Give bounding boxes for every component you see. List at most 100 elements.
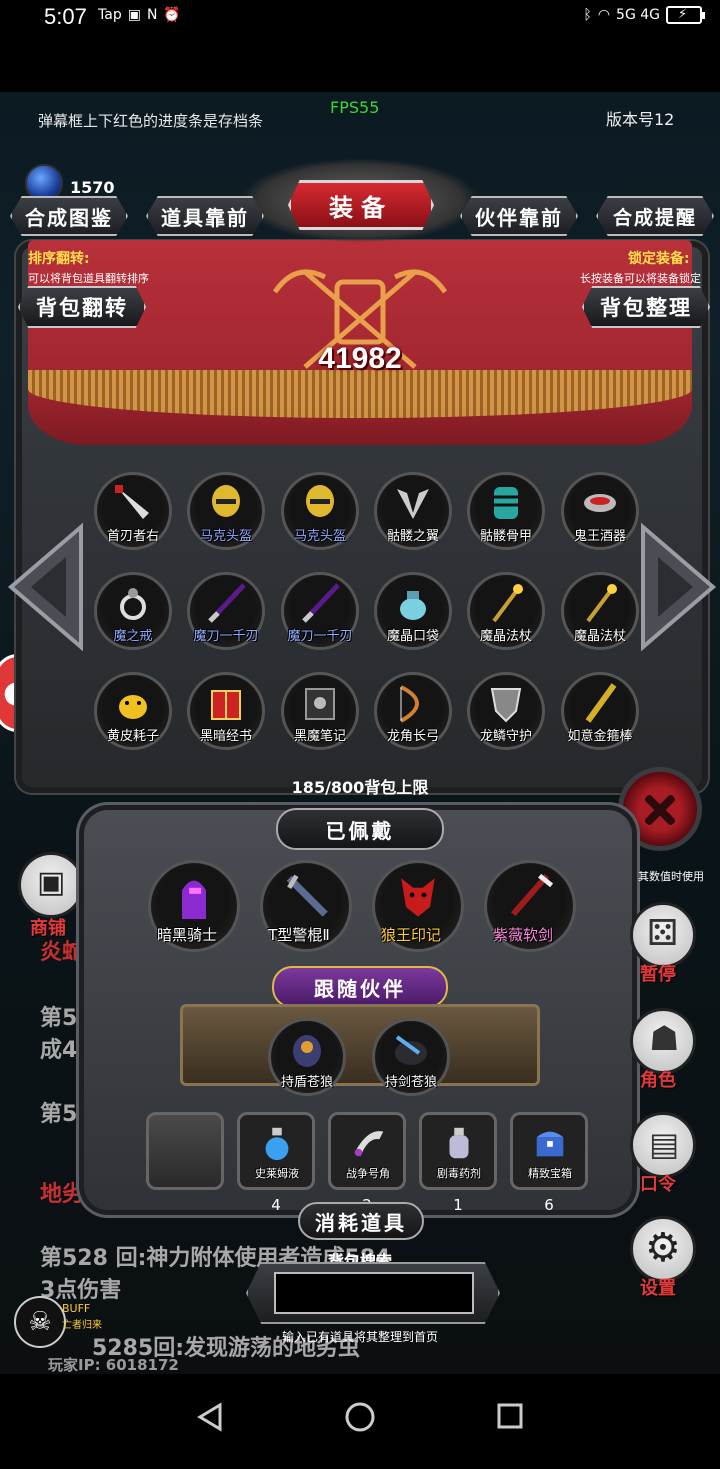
consumable-slot[interactable]: 战争号角	[328, 1112, 406, 1190]
dark-knight-icon	[182, 880, 206, 919]
item-label: 龙鳞守护	[479, 729, 532, 744]
back-icon[interactable]	[196, 1402, 224, 1432]
item-slot[interactable]: 龙角长弓	[374, 672, 452, 750]
battery-icon: ⚡	[666, 6, 705, 24]
item-slot[interactable]: 魔晶口袋	[374, 572, 452, 650]
shop-button[interactable]: ▣	[18, 852, 84, 918]
red-book-icon	[211, 690, 241, 720]
chest-icon	[536, 1131, 564, 1157]
item-slot[interactable]: 狼王印记	[372, 860, 464, 952]
consumable-slot[interactable]: 剧毒药剂	[419, 1112, 497, 1190]
dark-sword-icon	[302, 583, 340, 623]
item-slot[interactable]: T型警棍Ⅱ	[260, 860, 352, 952]
tab-partners-first[interactable]: 伙伴靠前	[460, 196, 578, 236]
item-slot[interactable]: 持剑苍狼	[372, 1018, 450, 1096]
recents-icon[interactable]	[496, 1402, 524, 1430]
command-button[interactable]: ▤	[630, 1112, 696, 1178]
lock-note-title: 锁定装备:	[628, 251, 690, 267]
staff-icon	[586, 584, 617, 623]
home-icon[interactable]	[344, 1401, 376, 1433]
poison-icon	[449, 1127, 469, 1159]
equipment-title: 装备	[288, 180, 434, 230]
percent-note: 其数值时使用	[638, 870, 704, 883]
item-slot[interactable]: 黄皮耗子	[94, 672, 172, 750]
role-button[interactable]: ☗	[630, 1008, 696, 1074]
dark-sword-icon	[208, 583, 246, 623]
item-slot[interactable]: 魔晶法杖	[467, 572, 545, 650]
item-slot[interactable]: 紫薇软剑	[484, 860, 576, 952]
wine-bowl-icon	[584, 494, 616, 512]
item-slot[interactable]: 龙鳞守护	[467, 672, 545, 750]
wifi-icon: ◠	[597, 7, 611, 23]
shield-icon	[490, 688, 522, 723]
app-icon: ▣	[127, 7, 141, 23]
item-label: 魔刀一千刃	[193, 629, 259, 644]
hooded-figure-icon: ☗	[649, 1019, 680, 1059]
save-hint: 弹幕框上下红色的进度条是存档条	[38, 112, 264, 130]
sort-note-title: 排序翻转:	[28, 251, 90, 267]
equipped-title: 已佩戴	[276, 808, 444, 850]
item-slot[interactable]: 鬼王酒器	[561, 472, 639, 550]
item-slot[interactable]: 马克头盔	[281, 472, 359, 550]
status-left-icons: Tap ▣ N ⏰	[98, 7, 181, 23]
item-label: 骷髅骨甲	[479, 529, 532, 544]
bluetooth-icon: ᛒ	[583, 7, 592, 23]
prev-page-arrow[interactable]	[6, 522, 86, 652]
item-slot[interactable]: 魔刀一千刃	[187, 572, 265, 650]
consumables-title: 消耗道具	[298, 1202, 424, 1240]
consumable-label: 史莱姆液	[255, 1167, 299, 1180]
item-slot[interactable]: 魔刀一千刃	[281, 572, 359, 650]
item-label: 紫薇软剑	[492, 926, 553, 944]
item-slot[interactable]: 魔晶法杖	[561, 572, 639, 650]
item-slot[interactable]: 首刃者右	[94, 472, 172, 550]
empty-slot[interactable]	[146, 1112, 224, 1190]
yellow-rat-icon	[119, 695, 147, 719]
sort-note-sub: 可以将背包道具翻转排序	[28, 272, 149, 285]
item-slot[interactable]: 骷髅骨甲	[467, 472, 545, 550]
tab-items-first[interactable]: 道具靠前	[146, 196, 264, 236]
staff-icon	[492, 584, 523, 623]
dice-button[interactable]: ⚄	[630, 902, 696, 968]
wolf-mark-icon	[401, 878, 435, 917]
soft-sword-icon	[510, 873, 554, 917]
companion-shelf	[180, 1004, 540, 1086]
item-label: 狼王印记	[380, 926, 441, 944]
tab-synthesis-reminder[interactable]: 合成提醒	[596, 196, 714, 236]
consumable-label: 精致宝箱	[528, 1167, 572, 1180]
item-label: 如意金箍棒	[567, 729, 633, 744]
nav-bar	[0, 1374, 720, 1469]
item-slot[interactable]: 如意金箍棒	[561, 672, 639, 750]
tab-synthesis-atlas[interactable]: 合成图鉴	[10, 196, 128, 236]
settings-label: 设置	[640, 1278, 676, 1299]
power-value: 41982	[318, 342, 402, 375]
next-page-arrow[interactable]	[638, 522, 718, 652]
skeleton-armor-icon	[494, 487, 518, 519]
shop-icon: ▣	[37, 865, 66, 900]
item-slot[interactable]: 黑魔笔记	[281, 672, 359, 750]
item-label: 魔之戒	[113, 629, 153, 644]
item-slot[interactable]: 暗黑骑士	[148, 860, 240, 952]
item-slot[interactable]: 黑暗经书	[187, 672, 265, 750]
buff-label: BUFF	[62, 1302, 91, 1315]
tidy-bag-button[interactable]: 背包整理	[582, 286, 710, 328]
consumable-slot[interactable]: 史莱姆液	[237, 1112, 315, 1190]
item-label: 首刃者右	[106, 529, 159, 544]
item-label: 魔晶法杖	[479, 629, 532, 644]
longbow-icon	[399, 685, 419, 723]
settings-button[interactable]: ⚙	[630, 1216, 696, 1282]
fps-counter: FPS55	[330, 98, 380, 117]
companions-title: 跟随伙伴	[272, 966, 448, 1008]
item-slot[interactable]: 骷髅之翼	[374, 472, 452, 550]
item-slot[interactable]: 持盾苍狼	[268, 1018, 346, 1096]
shield-wolf-icon	[293, 1035, 321, 1067]
item-slot[interactable]: 魔之戒	[94, 572, 172, 650]
item-slot[interactable]: 马克头盔	[187, 472, 265, 550]
ring-icon	[120, 588, 146, 620]
consumable-label: 战争号角	[346, 1167, 390, 1180]
consumable-slot[interactable]: 精致宝箱	[510, 1112, 588, 1190]
item-label: 马克头盔	[199, 529, 252, 544]
item-label: T型警棍Ⅱ	[268, 926, 330, 944]
flip-bag-button[interactable]: 背包翻转	[18, 286, 146, 328]
status-time: 5:07	[44, 4, 87, 29]
bag-search-input[interactable]	[274, 1272, 474, 1314]
